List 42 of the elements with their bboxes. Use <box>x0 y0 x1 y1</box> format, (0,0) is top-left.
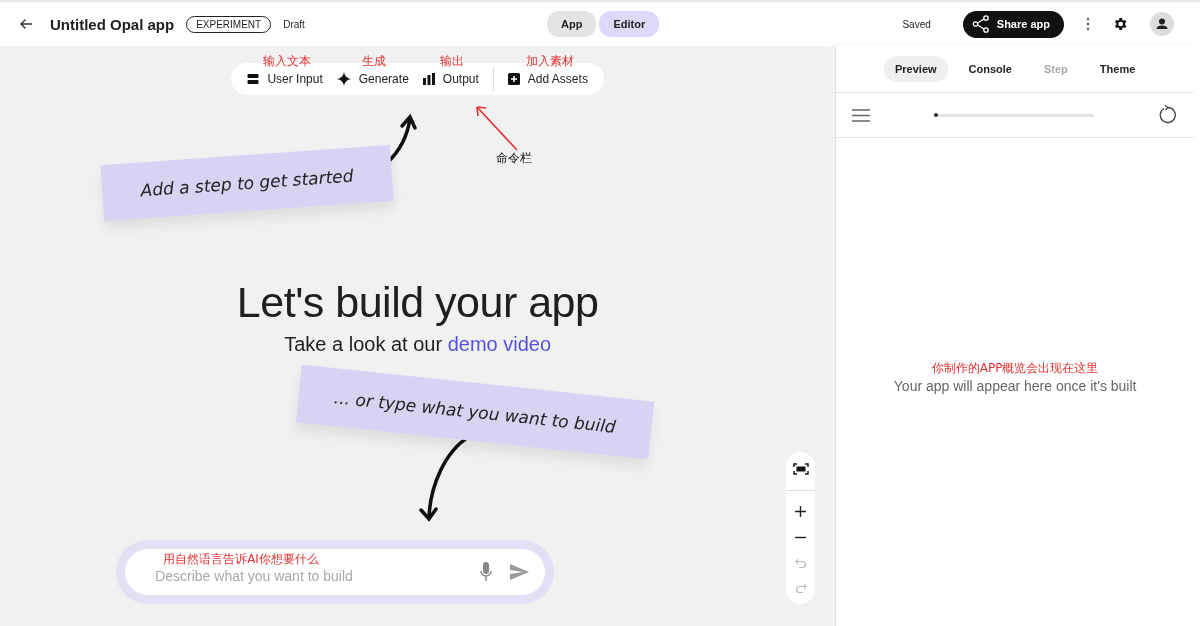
hero-subtitle: Take a look at our <box>284 333 443 355</box>
annotation-arrow <box>476 106 518 151</box>
prompt-field[interactable]: 用自然语言告诉AI你想要什么 Describe what you want to build <box>125 549 546 595</box>
refresh-icon[interactable] <box>1158 105 1178 125</box>
zoom-in-icon[interactable] <box>795 506 807 518</box>
microphone-icon[interactable] <box>480 562 493 582</box>
empty-state-message: Your app will appear here once it's built <box>893 378 1137 394</box>
toolbar-item[interactable]: Output <box>422 72 479 86</box>
add-box-icon <box>507 73 520 85</box>
annotation-label: 输入文本 <box>263 53 312 70</box>
annotation-label: 生成 <box>362 53 386 70</box>
app-title: Untitled Opal app <box>50 15 175 33</box>
bar-chart-icon <box>422 73 435 85</box>
share-icon <box>970 14 991 34</box>
sparkle-icon <box>336 72 351 86</box>
demo-video-link[interactable]: demo video <box>447 333 552 355</box>
input-icon <box>247 73 260 85</box>
annotation-label: 命令栏 <box>496 150 532 167</box>
toolbar-item[interactable]: Add Assets <box>507 72 588 86</box>
note-text: Add a step to get started <box>139 165 355 201</box>
panel-tab[interactable]: Theme <box>1088 56 1147 82</box>
settings-icon[interactable] <box>1112 16 1128 32</box>
hero-heading: Let's build your app <box>236 278 599 327</box>
save-status: Saved <box>902 18 931 30</box>
avatar-icon[interactable] <box>1150 12 1174 36</box>
panel-tab[interactable]: Console <box>957 56 1023 82</box>
annotation-label: 加入素材 <box>526 53 575 70</box>
note-text: ... or type what you want to build <box>333 387 617 437</box>
annotation-label: 输出 <box>440 53 465 70</box>
mode-tab[interactable]: Editor <box>599 11 660 37</box>
mode-tab[interactable]: App <box>547 11 597 37</box>
annotation-label: 你制作的APP概览会出现在这里 <box>931 360 1099 377</box>
share-button[interactable]: Share app <box>962 10 1064 38</box>
fit-screen-icon[interactable] <box>792 463 809 476</box>
more-menu-icon[interactable] <box>1086 17 1090 31</box>
send-icon[interactable] <box>510 564 530 580</box>
draft-status: Draft <box>283 18 305 30</box>
menu-icon[interactable] <box>852 108 871 122</box>
panel-tab[interactable]: Preview <box>884 56 948 82</box>
toolbar-item[interactable]: Generate <box>336 72 409 86</box>
toolbar-item[interactable]: User Input <box>247 72 323 86</box>
annotation-label: 用自然语言告诉AI你想要什么 <box>163 551 319 568</box>
